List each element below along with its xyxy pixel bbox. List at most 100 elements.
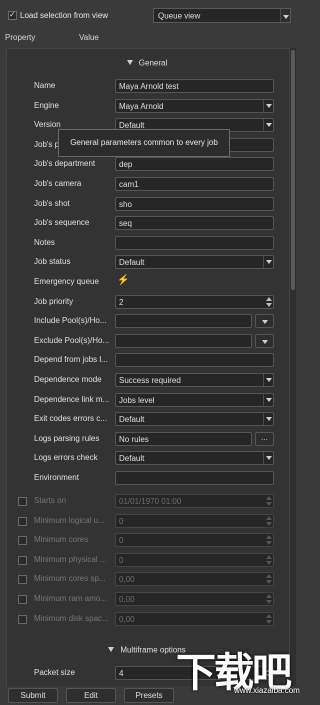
property-value: 0 bbox=[119, 555, 124, 565]
property-input[interactable] bbox=[115, 235, 274, 250]
property-label: Exclude Pool(s)/Ho... bbox=[34, 335, 110, 345]
property-input[interactable]: Maya Arnold test bbox=[115, 79, 274, 93]
property-input[interactable]: dep bbox=[115, 157, 274, 172]
property-value: 0,00 bbox=[119, 595, 135, 604]
dropdown-arrow bbox=[266, 260, 272, 265]
property-row-notes: Notes bbox=[7, 235, 287, 251]
property-input[interactable]: seq bbox=[115, 216, 274, 231]
browse-button[interactable]: ... bbox=[255, 431, 274, 446]
property-input[interactable]: cam1 bbox=[115, 177, 274, 191]
property-row-job-s-sequence: Job's sequence seq bbox=[7, 215, 287, 231]
spin-arrows-icon[interactable] bbox=[265, 534, 273, 546]
property-input[interactable]: No rules bbox=[115, 431, 252, 446]
property-value: 0,00 bbox=[119, 575, 135, 585]
enable-checkbox[interactable] bbox=[18, 595, 27, 604]
property-value: cam1 bbox=[119, 180, 139, 189]
spin-arrows-icon[interactable] bbox=[265, 296, 273, 308]
vertical-scrollbar[interactable] bbox=[290, 48, 296, 688]
enable-checkbox[interactable] bbox=[18, 555, 27, 565]
scrollbar-thumb[interactable] bbox=[291, 50, 295, 290]
property-label: Name bbox=[34, 81, 56, 90]
property-row-logs-parsing-rules: Logs parsing rules No rules... bbox=[7, 431, 287, 447]
property-label: Exit codes errors c... bbox=[34, 414, 107, 424]
property-value: 4 bbox=[119, 669, 124, 678]
enable-checkbox[interactable] bbox=[18, 614, 27, 624]
general-section-header[interactable]: General bbox=[7, 58, 287, 72]
property-label: Minimum cores sp... bbox=[34, 574, 106, 584]
property-row-minimum-physical: Minimum physical ... 0 bbox=[7, 552, 287, 568]
property-combo[interactable]: Default bbox=[115, 255, 274, 270]
collapse-triangle-icon bbox=[126, 60, 133, 66]
chevron-down-icon bbox=[263, 119, 273, 132]
property-input[interactable] bbox=[115, 471, 274, 485]
property-value: Default bbox=[119, 258, 145, 268]
spin-arrows-icon[interactable] bbox=[265, 515, 273, 527]
property-value: 01/01/1970 01:00 bbox=[119, 497, 182, 506]
property-spinbox[interactable]: 0,00 bbox=[115, 572, 274, 587]
property-spinbox[interactable]: 0 bbox=[115, 552, 274, 567]
property-spinbox[interactable]: 01/01/1970 01:00 bbox=[115, 494, 274, 508]
property-label: Job's sequence bbox=[34, 218, 90, 228]
property-combo[interactable]: Default bbox=[115, 451, 274, 466]
property-row-depend-from-jobs-l: Depend from jobs l... bbox=[7, 352, 287, 368]
property-spinbox[interactable]: 0 bbox=[115, 533, 274, 548]
dropdown-arrow bbox=[266, 103, 272, 108]
spin-arrows-icon[interactable] bbox=[265, 593, 273, 605]
property-combo[interactable]: Jobs level bbox=[115, 392, 274, 407]
enable-checkbox[interactable] bbox=[18, 536, 27, 546]
property-label: Notes bbox=[34, 237, 55, 247]
property-label: Job status bbox=[34, 257, 71, 267]
property-combo[interactable]: Success required bbox=[115, 373, 274, 387]
property-value: 0,00 bbox=[119, 614, 135, 624]
load-selection-checkbox[interactable] bbox=[8, 10, 17, 20]
property-spinbox[interactable]: 0,00 bbox=[115, 611, 274, 626]
spin-arrows-icon[interactable] bbox=[265, 554, 273, 566]
property-row-starts-on: Starts on 01/01/1970 01:00 bbox=[7, 493, 287, 509]
property-label: Job's camera bbox=[34, 179, 82, 188]
chevron-down-icon bbox=[263, 374, 273, 386]
spin-arrows-icon[interactable] bbox=[265, 573, 273, 585]
edit-button[interactable]: Edit bbox=[66, 688, 116, 703]
presets-button[interactable]: Presets bbox=[124, 688, 174, 703]
property-row-job-s-camera: Job's camera cam1 bbox=[7, 176, 287, 192]
property-label: Dependence link m... bbox=[34, 394, 110, 404]
property-row-dependence-link-m: Dependence link m... Jobs level bbox=[7, 392, 287, 408]
property-label: Minimum disk spac... bbox=[34, 613, 109, 623]
property-column-header[interactable]: Property bbox=[5, 33, 35, 42]
view-selector-value: Queue view bbox=[158, 11, 201, 20]
chevron-down-icon bbox=[262, 320, 268, 325]
property-input[interactable]: sho bbox=[115, 196, 274, 211]
view-selector-combo[interactable]: Queue view bbox=[153, 8, 291, 23]
property-value: Success required bbox=[119, 376, 181, 385]
dropdown-arrow bbox=[266, 397, 272, 402]
spin-arrows-icon[interactable] bbox=[265, 495, 273, 507]
property-combo[interactable]: Default bbox=[115, 412, 274, 427]
browse-button[interactable] bbox=[255, 314, 274, 329]
browse-button[interactable] bbox=[255, 333, 274, 348]
chevron-down-icon bbox=[262, 339, 268, 344]
property-combo[interactable]: Maya Arnold bbox=[115, 98, 274, 113]
dropdown-arrow bbox=[266, 456, 272, 461]
property-spinbox[interactable]: 0 bbox=[115, 513, 274, 528]
property-input[interactable] bbox=[115, 314, 252, 329]
property-row-minimum-logical-u: Minimum logical u... 0 bbox=[7, 513, 287, 529]
property-row-exclude-pool-s-ho: Exclude Pool(s)/Ho... bbox=[7, 333, 287, 349]
enable-checkbox[interactable] bbox=[18, 497, 27, 506]
property-spinbox[interactable]: 2 bbox=[115, 294, 274, 309]
property-spinbox[interactable]: 0,00 bbox=[115, 592, 274, 606]
enable-checkbox[interactable] bbox=[18, 516, 27, 526]
submit-button[interactable]: Submit bbox=[8, 688, 58, 703]
property-label: Include Pool(s)/Ho... bbox=[34, 316, 107, 326]
property-row-minimum-ram-amo: Minimum ram amo... 0,00 bbox=[7, 591, 287, 607]
spin-arrows-icon[interactable] bbox=[265, 613, 273, 625]
property-label: Minimum physical ... bbox=[34, 554, 107, 564]
watermark-url: www.xiazaiba.com bbox=[234, 686, 300, 695]
property-input[interactable] bbox=[115, 333, 252, 348]
lightning-icon[interactable]: ⚡ bbox=[117, 275, 129, 286]
property-row-logs-errors-check: Logs errors check Default bbox=[7, 450, 287, 466]
value-column-header[interactable]: Value bbox=[79, 33, 99, 42]
property-input[interactable] bbox=[115, 353, 274, 368]
enable-checkbox[interactable] bbox=[18, 575, 27, 585]
chevron-down-icon bbox=[263, 452, 273, 465]
property-row-minimum-cores: Minimum cores 0 bbox=[7, 532, 287, 548]
